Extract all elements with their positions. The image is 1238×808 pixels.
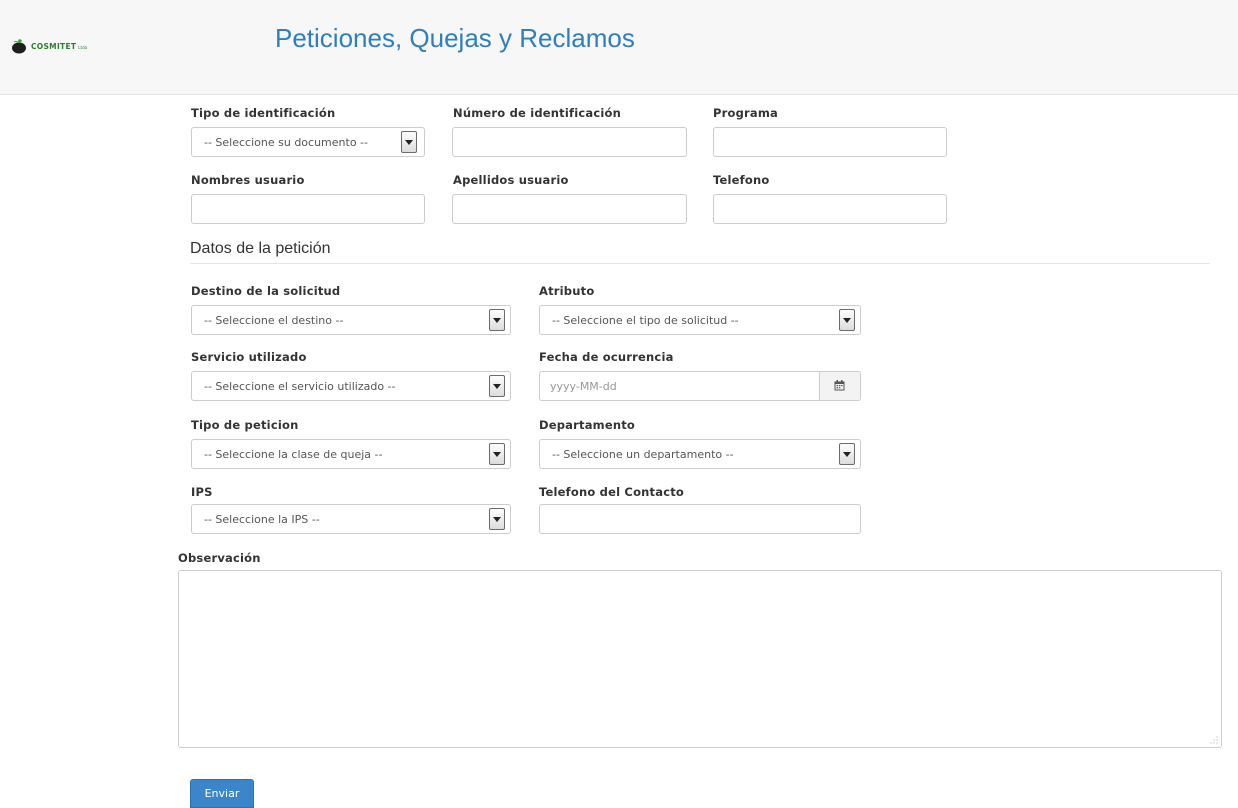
destination-selected: -- Seleccione el destino -- [204, 314, 344, 327]
logo-text: COSMITET [31, 41, 77, 51]
id-number-label: Número de identificación [453, 106, 621, 120]
resize-handle-icon[interactable] [1210, 736, 1218, 744]
observation-label: Observación [178, 551, 261, 565]
date-picker-button[interactable] [819, 372, 860, 400]
calendar-icon [834, 380, 845, 391]
last-names-label: Apellidos usuario [453, 173, 569, 187]
id-type-label: Tipo de identificación [191, 106, 336, 120]
section-divider [190, 263, 1210, 264]
request-type-label: Tipo de peticion [191, 418, 299, 432]
section-title: Datos de la petición [190, 240, 331, 257]
first-names-label: Nombres usuario [191, 173, 305, 187]
ips-selected: -- Seleccione la IPS -- [204, 513, 320, 526]
service-label: Servicio utilizado [191, 350, 307, 364]
department-label: Departamento [539, 418, 636, 432]
attribute-label: Atributo [539, 284, 595, 298]
request-type-select[interactable]: -- Seleccione la clase de queja -- [191, 439, 511, 469]
chevron-down-icon[interactable] [489, 508, 505, 530]
department-selected: -- Seleccione un departamento -- [552, 448, 734, 461]
logo-leaf-icon [12, 39, 26, 54]
page-title: Peticiones, Quejas y Reclamos [275, 23, 635, 53]
page-header: COSMITET Ltda Peticiones, Quejas y Recla… [0, 0, 1238, 95]
chevron-down-icon[interactable] [839, 309, 855, 331]
ips-label: IPS [191, 485, 213, 499]
cosmitet-logo[interactable]: COSMITET Ltda [10, 38, 87, 54]
phone-label: Telefono [713, 173, 770, 187]
date-placeholder: yyyy-MM-dd [550, 380, 617, 393]
program-input[interactable] [713, 127, 947, 157]
department-select[interactable]: -- Seleccione un departamento -- [539, 439, 861, 469]
chevron-down-icon[interactable] [489, 375, 505, 397]
destination-label: Destino de la solicitud [191, 284, 341, 298]
last-names-input[interactable] [452, 194, 687, 224]
attribute-select[interactable]: -- Seleccione el tipo de solicitud -- [539, 305, 861, 335]
service-select[interactable]: -- Seleccione el servicio utilizado -- [191, 371, 511, 401]
chevron-down-icon[interactable] [401, 131, 417, 153]
id-type-selected: -- Seleccione su documento -- [204, 136, 368, 149]
logo-suffix: Ltda [78, 45, 88, 50]
program-label: Programa [713, 106, 779, 120]
contact-phone-label: Telefono del Contacto [539, 485, 685, 499]
contact-phone-input[interactable] [539, 504, 861, 534]
request-type-selected: -- Seleccione la clase de queja -- [204, 448, 383, 461]
id-type-select[interactable]: -- Seleccione su documento -- [191, 127, 425, 157]
submit-button[interactable]: Enviar [190, 779, 254, 808]
observation-textarea[interactable] [178, 570, 1222, 748]
chevron-down-icon[interactable] [489, 309, 505, 331]
phone-input[interactable] [713, 194, 947, 224]
date-input[interactable]: yyyy-MM-dd [539, 371, 861, 401]
date-label: Fecha de ocurrencia [539, 350, 674, 364]
ips-select[interactable]: -- Seleccione la IPS -- [191, 504, 511, 534]
attribute-selected: -- Seleccione el tipo de solicitud -- [552, 314, 739, 327]
first-names-input[interactable] [191, 194, 425, 224]
chevron-down-icon[interactable] [489, 443, 505, 465]
id-number-input[interactable] [452, 127, 687, 157]
chevron-down-icon[interactable] [839, 443, 855, 465]
service-selected: -- Seleccione el servicio utilizado -- [204, 380, 396, 393]
destination-select[interactable]: -- Seleccione el destino -- [191, 305, 511, 335]
